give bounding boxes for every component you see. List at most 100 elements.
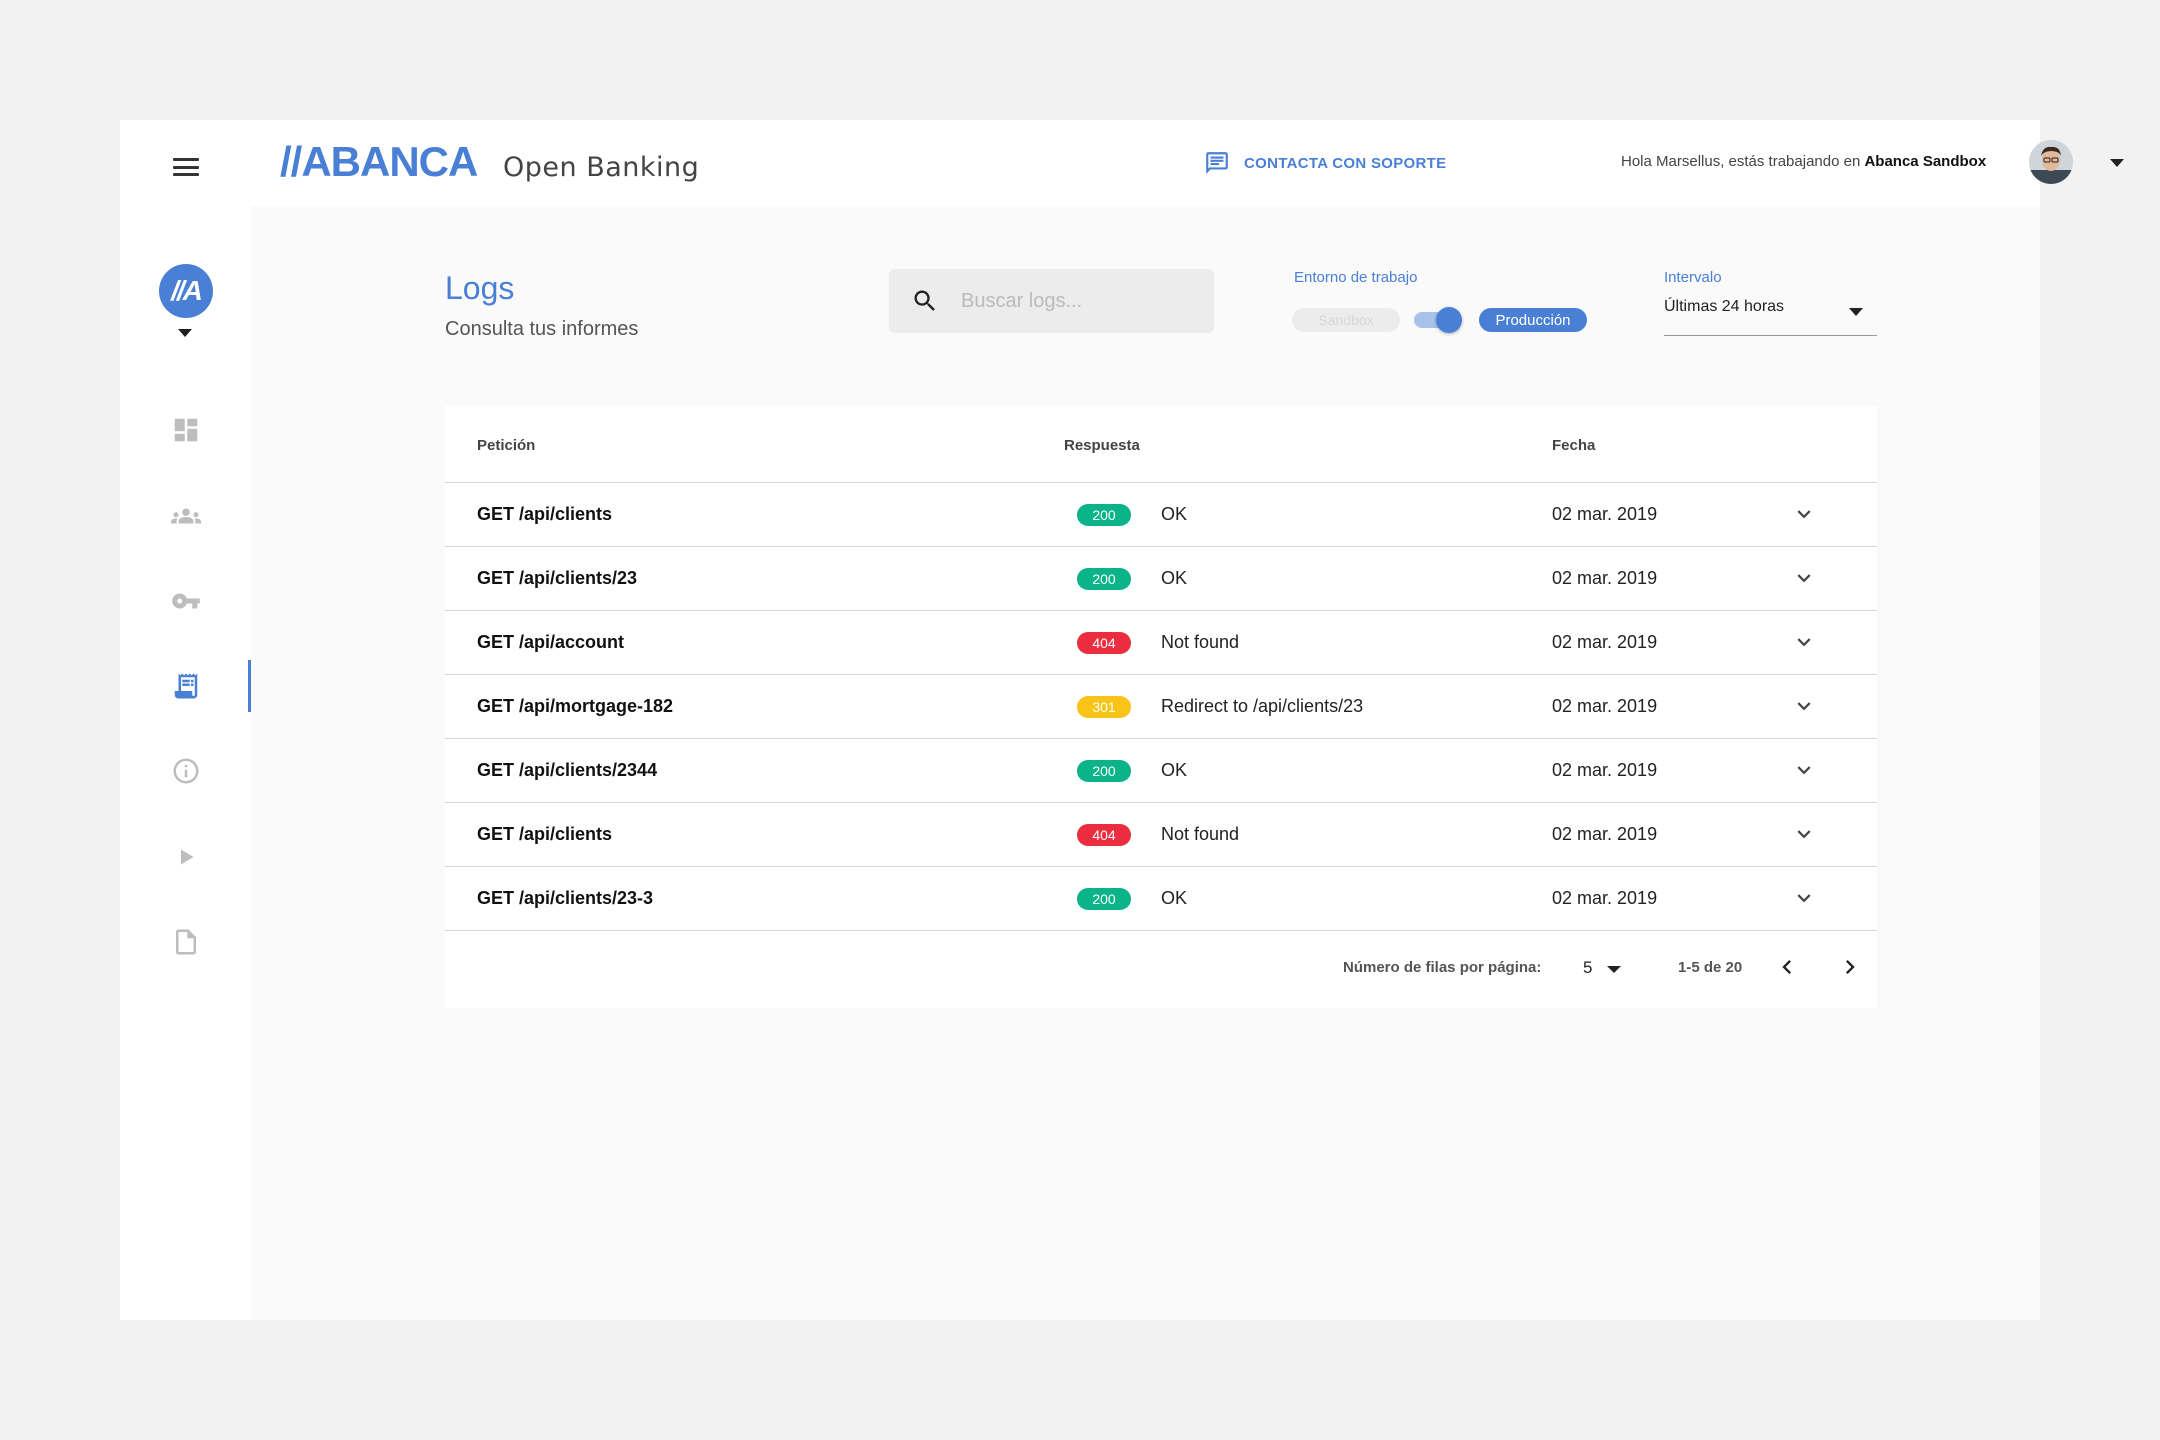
chevron-down-icon[interactable] [1791, 757, 1817, 783]
status-badge: 200 [1077, 760, 1131, 782]
logs-table: Petición Respuesta Fecha GET /api/client… [445, 406, 1877, 1008]
org-caret-down-icon[interactable] [178, 329, 192, 337]
table-row[interactable]: GET /api/clients/23 200 OK 02 mar. 2019 [445, 547, 1877, 611]
user-photo-icon [2029, 140, 2073, 184]
table-row[interactable]: GET /api/clients 404 Not found 02 mar. 2… [445, 803, 1877, 867]
request-cell: GET /api/clients [477, 504, 613, 524]
table-row[interactable]: GET /api/clients/23-3 200 OK 02 mar. 201… [445, 867, 1877, 931]
info-icon [173, 758, 198, 784]
menu-icon[interactable] [172, 154, 200, 180]
environment-toggle[interactable] [1414, 307, 1462, 333]
environment-option-production[interactable]: Producción [1479, 308, 1587, 332]
environment-label: Entorno de trabajo [1294, 269, 1418, 286]
response-cell: OK [1161, 568, 1188, 588]
request-cell: GET /api/clients/23 [477, 568, 638, 588]
interval-value: Últimas 24 horas [1664, 298, 1785, 315]
play-icon [180, 849, 193, 865]
org-avatar[interactable]: //A [159, 264, 213, 318]
support-label: CONTACTA CON SOPORTE [1244, 154, 1447, 172]
chevron-down-icon[interactable] [1791, 885, 1817, 911]
date-cell: 02 mar. 2019 [1552, 824, 1658, 844]
page-subtitle: Consulta tus informes [445, 318, 639, 340]
date-cell: 02 mar. 2019 [1552, 760, 1658, 780]
sidebar-item-logs[interactable] [120, 660, 251, 712]
status-badge: 301 [1077, 696, 1131, 718]
date-cell: 02 mar. 2019 [1552, 696, 1658, 716]
sidebar-item-info[interactable] [120, 745, 251, 797]
status-badge: 404 [1077, 824, 1131, 846]
support-button[interactable]: CONTACTA CON SOPORTE [1204, 150, 1446, 176]
rows-per-page-select[interactable]: 5 [1583, 951, 1631, 983]
chat-icon [1206, 152, 1228, 174]
pagination-range: 1-5 de 20 [1678, 959, 1743, 976]
key-icon [171, 593, 200, 609]
request-cell: GET /api/account [477, 632, 625, 652]
table-row[interactable]: GET /api/clients 200 OK 02 mar. 2019 [445, 483, 1877, 547]
response-cell: Not found [1161, 632, 1240, 652]
request-cell: GET /api/clients/2344 [477, 760, 658, 780]
abanca-logo[interactable]: //ABANCA [280, 138, 478, 186]
request-cell: GET /api/clients [477, 824, 613, 844]
page-title: Logs [445, 270, 515, 306]
date-cell: 02 mar. 2019 [1552, 568, 1658, 588]
response-cell: OK [1161, 760, 1188, 780]
date-cell: 02 mar. 2019 [1552, 632, 1658, 652]
greeting: Hola Marsellus, estás trabajando en Aban… [1621, 153, 1986, 170]
receipt-icon [174, 673, 197, 699]
rows-per-page-label: Número de filas por página: [1343, 959, 1542, 976]
chevron-down-icon[interactable] [1791, 629, 1817, 655]
interval-label: Intervalo [1664, 269, 1722, 286]
rows-caret-icon [1607, 966, 1621, 973]
search-box [889, 269, 1214, 333]
document-icon [175, 929, 196, 955]
toggle-thumb[interactable] [1436, 307, 1462, 333]
interval-caret-icon [1849, 308, 1863, 316]
table-row[interactable]: GET /api/account 404 Not found 02 mar. 2… [445, 611, 1877, 675]
chevron-left-icon [1782, 960, 1791, 974]
table-row[interactable]: GET /api/clients/2344 200 OK 02 mar. 201… [445, 739, 1877, 803]
sidebar-item-document[interactable] [120, 916, 251, 968]
user-avatar[interactable] [2029, 140, 2073, 184]
response-cell: OK [1161, 504, 1188, 524]
status-badge: 404 [1077, 632, 1131, 654]
sidebar-item-keys[interactable] [120, 575, 251, 627]
column-request[interactable]: Petición [477, 437, 535, 454]
interval-select[interactable]: Últimas 24 horas [1664, 296, 1877, 336]
sidebar-item-users[interactable] [120, 490, 251, 542]
chevron-down-icon[interactable] [1791, 693, 1817, 719]
request-cell: GET /api/clients/23-3 [477, 888, 654, 908]
search-input[interactable] [961, 289, 1201, 313]
sidebar: //A [120, 120, 251, 1320]
chevron-down-icon[interactable] [1791, 501, 1817, 527]
search-icon[interactable] [911, 287, 939, 315]
request-cell: GET /api/mortgage-182 [477, 696, 674, 716]
status-badge: 200 [1077, 568, 1131, 590]
chevron-down-icon[interactable] [1791, 821, 1817, 847]
environment-option-sandbox[interactable]: Sandbox [1292, 308, 1400, 332]
chevron-down-icon[interactable] [1791, 565, 1817, 591]
rows-per-page-value: 5 [1583, 958, 1593, 977]
next-page-button[interactable] [1835, 952, 1865, 982]
top-header: //ABANCA Open Banking CONTACTA CON SOPOR… [251, 120, 2124, 206]
status-badge: 200 [1077, 888, 1131, 910]
status-badge: 200 [1077, 504, 1131, 526]
table-header: Petición Respuesta Fecha [445, 406, 1877, 483]
table-row[interactable]: GET /api/mortgage-182 301 Redirect to /a… [445, 675, 1877, 739]
sidebar-item-play[interactable] [120, 831, 251, 883]
date-cell: 02 mar. 2019 [1552, 888, 1658, 908]
workspace-name: Abanca Sandbox [1864, 153, 1987, 170]
previous-page-button[interactable] [1772, 952, 1802, 982]
sidebar-item-dashboard[interactable] [120, 404, 251, 456]
dashboard-icon [174, 418, 197, 442]
column-response[interactable]: Respuesta [1064, 437, 1140, 454]
users-icon [170, 508, 201, 524]
response-cell: Not found [1161, 824, 1240, 844]
chevron-right-icon [1846, 960, 1855, 974]
greeting-text: Hola Marsellus, estás trabajando en [1621, 153, 1861, 170]
column-date[interactable]: Fecha [1552, 437, 1595, 454]
date-cell: 02 mar. 2019 [1552, 504, 1658, 524]
response-cell: Redirect to /api/clients/23 [1161, 696, 1364, 716]
response-cell: OK [1161, 888, 1188, 908]
user-menu-caret-icon[interactable] [2110, 159, 2124, 167]
app-window: //A //ABANCA Open Banking CONTACTA CON S… [120, 120, 2124, 1320]
